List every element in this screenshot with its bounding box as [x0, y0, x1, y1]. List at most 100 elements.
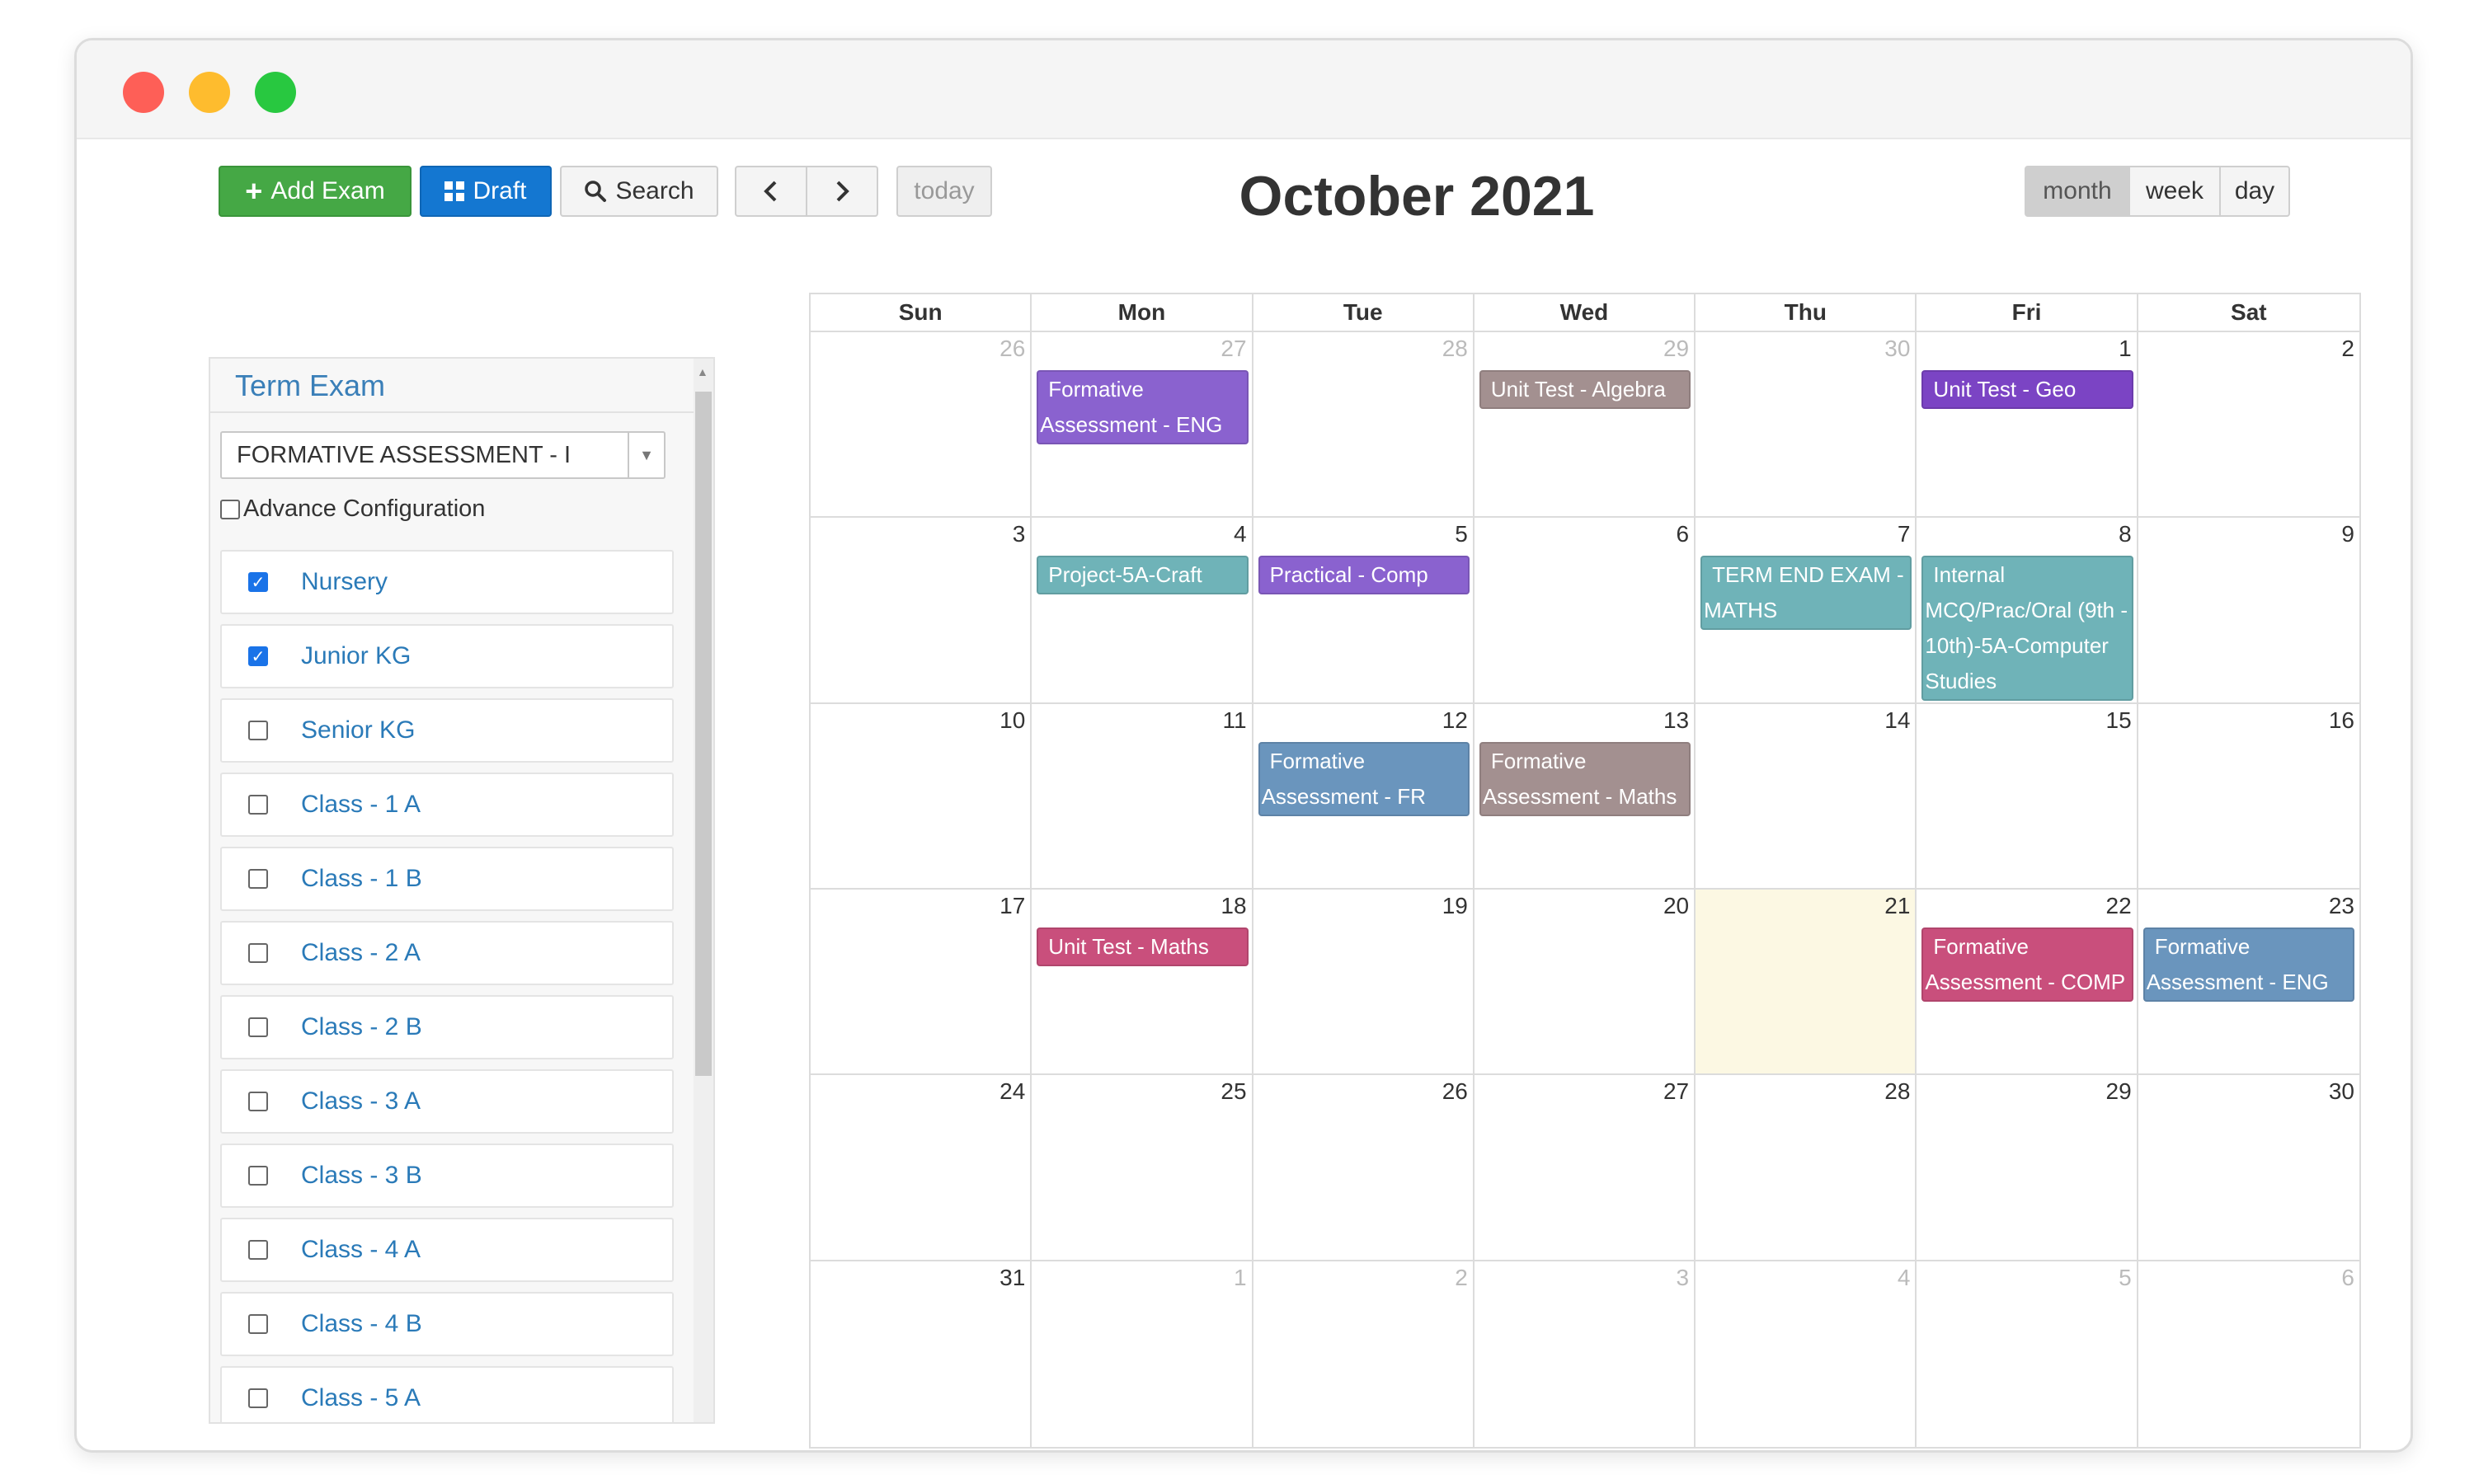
- day-cell[interactable]: 26: [811, 332, 1032, 519]
- day-cell[interactable]: 31: [811, 1261, 1032, 1447]
- day-number[interactable]: 6: [1677, 521, 1690, 547]
- day-number[interactable]: 30: [1884, 336, 1910, 362]
- day-number[interactable]: 1: [1234, 1265, 1247, 1291]
- advance-configuration[interactable]: Advance Configuration: [220, 495, 485, 523]
- class-checkbox[interactable]: [248, 1017, 268, 1037]
- day-number[interactable]: 14: [1884, 707, 1910, 734]
- day-cell[interactable]: 19: [1253, 890, 1475, 1076]
- class-item[interactable]: Senior KG: [220, 698, 674, 763]
- day-number[interactable]: 27: [1663, 1078, 1689, 1105]
- day-number[interactable]: 26: [1442, 1078, 1468, 1105]
- day-number[interactable]: 19: [1442, 893, 1468, 919]
- class-checkbox[interactable]: [248, 1166, 268, 1186]
- day-number[interactable]: 1: [2119, 336, 2132, 362]
- day-number[interactable]: 27: [1221, 336, 1246, 362]
- term-select[interactable]: FORMATIVE ASSESSMENT - I ▼: [220, 431, 666, 479]
- day-number[interactable]: 2: [1455, 1265, 1468, 1291]
- day-number[interactable]: 17: [999, 893, 1025, 919]
- scrollbar-thumb[interactable]: [695, 392, 712, 1076]
- day-number[interactable]: 11: [1222, 707, 1246, 734]
- day-cell[interactable]: 28: [1253, 332, 1475, 519]
- add-exam-button[interactable]: + Add Exam: [219, 166, 412, 217]
- day-number[interactable]: 28: [1884, 1078, 1910, 1105]
- class-checkbox[interactable]: [248, 795, 268, 815]
- class-item[interactable]: Class - 4 B: [220, 1292, 674, 1356]
- day-number[interactable]: 29: [2106, 1078, 2132, 1105]
- day-cell[interactable]: 28: [1696, 1075, 1917, 1261]
- day-number[interactable]: 6: [2341, 1265, 2354, 1291]
- day-cell[interactable]: 2: [1253, 1261, 1475, 1447]
- day-number[interactable]: 28: [1442, 336, 1468, 362]
- class-checkbox[interactable]: ✓: [248, 646, 268, 666]
- day-number[interactable]: 4: [1234, 521, 1247, 547]
- class-item[interactable]: Class - 2 A: [220, 921, 674, 985]
- maximize-window-button[interactable]: [255, 72, 296, 113]
- class-checkbox[interactable]: ✓: [248, 572, 268, 592]
- class-checkbox[interactable]: [248, 1314, 268, 1334]
- day-cell[interactable]: 9: [2138, 518, 2359, 704]
- class-item[interactable]: Class - 4 A: [220, 1218, 674, 1282]
- day-number[interactable]: 5: [2119, 1265, 2132, 1291]
- draft-button[interactable]: Draft: [420, 166, 552, 217]
- day-number[interactable]: 23: [2329, 893, 2354, 919]
- day-cell[interactable]: 17: [811, 890, 1032, 1076]
- day-cell[interactable]: 5: [1917, 1261, 2138, 1447]
- day-number[interactable]: 20: [1663, 893, 1689, 919]
- panel-scrollbar[interactable]: ▲: [694, 359, 713, 1422]
- day-cell[interactable]: 4: [1696, 1261, 1917, 1447]
- calendar-event[interactable]: Unit Test - Geo: [1921, 370, 2133, 409]
- advance-configuration-checkbox[interactable]: [220, 499, 240, 519]
- day-number[interactable]: 10: [999, 707, 1025, 734]
- calendar-event[interactable]: Unit Test - Algebra: [1479, 370, 1691, 409]
- calendar-event[interactable]: Formative Assessment - ENG: [2142, 928, 2354, 1002]
- next-month-button[interactable]: [806, 166, 878, 217]
- day-cell-today[interactable]: 21: [1696, 890, 1917, 1076]
- day-number[interactable]: 5: [1455, 521, 1468, 547]
- day-cell[interactable]: 29: [1474, 332, 1696, 519]
- day-view-button[interactable]: day: [2219, 166, 2290, 217]
- week-view-button[interactable]: week: [2128, 166, 2221, 217]
- day-number[interactable]: 3: [1677, 1265, 1690, 1291]
- class-checkbox[interactable]: [248, 943, 268, 963]
- day-cell[interactable]: 10: [811, 703, 1032, 890]
- today-button[interactable]: today: [896, 166, 992, 217]
- day-cell[interactable]: 29: [1917, 1075, 2138, 1261]
- class-item[interactable]: ✓ Nursery: [220, 550, 674, 614]
- day-number[interactable]: 24: [999, 1078, 1025, 1105]
- day-cell[interactable]: 2: [2138, 332, 2359, 519]
- day-number[interactable]: 2: [2341, 336, 2354, 362]
- day-number[interactable]: 3: [1013, 521, 1026, 547]
- calendar-event[interactable]: Formative Assessment - ENG: [1037, 370, 1249, 444]
- day-number[interactable]: 12: [1442, 707, 1468, 734]
- day-number[interactable]: 18: [1221, 893, 1246, 919]
- calendar-event[interactable]: Formative Assessment - FR: [1258, 741, 1470, 816]
- class-checkbox[interactable]: [248, 1240, 268, 1260]
- day-cell[interactable]: 24: [811, 1075, 1032, 1261]
- day-number[interactable]: 21: [1884, 893, 1910, 919]
- day-cell[interactable]: 4: [1032, 518, 1253, 704]
- day-cell[interactable]: 26: [1253, 1075, 1475, 1261]
- day-number[interactable]: 29: [1663, 336, 1689, 362]
- day-number[interactable]: 31: [999, 1265, 1025, 1291]
- day-cell[interactable]: 6: [2138, 1261, 2359, 1447]
- day-cell[interactable]: 30: [2138, 1075, 2359, 1261]
- day-cell[interactable]: 1: [1032, 1261, 1253, 1447]
- day-cell[interactable]: 14: [1696, 703, 1917, 890]
- day-cell[interactable]: 27: [1474, 1075, 1696, 1261]
- day-cell[interactable]: 25: [1032, 1075, 1253, 1261]
- class-item[interactable]: Class - 1 B: [220, 847, 674, 911]
- day-cell[interactable]: 11: [1032, 703, 1253, 890]
- calendar-event[interactable]: Formative Assessment - Maths: [1479, 741, 1691, 816]
- day-number[interactable]: 30: [2329, 1078, 2354, 1105]
- day-number[interactable]: 7: [1898, 521, 1911, 547]
- day-number[interactable]: 8: [2119, 521, 2132, 547]
- day-cell[interactable]: 30: [1696, 332, 1917, 519]
- class-item[interactable]: Class - 3 B: [220, 1144, 674, 1208]
- class-checkbox[interactable]: [248, 869, 268, 889]
- day-cell[interactable]: 16: [2138, 704, 2359, 890]
- class-item[interactable]: Class - 5 A: [220, 1366, 674, 1422]
- day-number[interactable]: 26: [999, 336, 1025, 362]
- calendar-event[interactable]: Unit Test - Maths: [1037, 928, 1249, 966]
- calendar-event[interactable]: TERM END EXAM - MATHS: [1700, 556, 1912, 631]
- day-cell[interactable]: 20: [1474, 890, 1696, 1076]
